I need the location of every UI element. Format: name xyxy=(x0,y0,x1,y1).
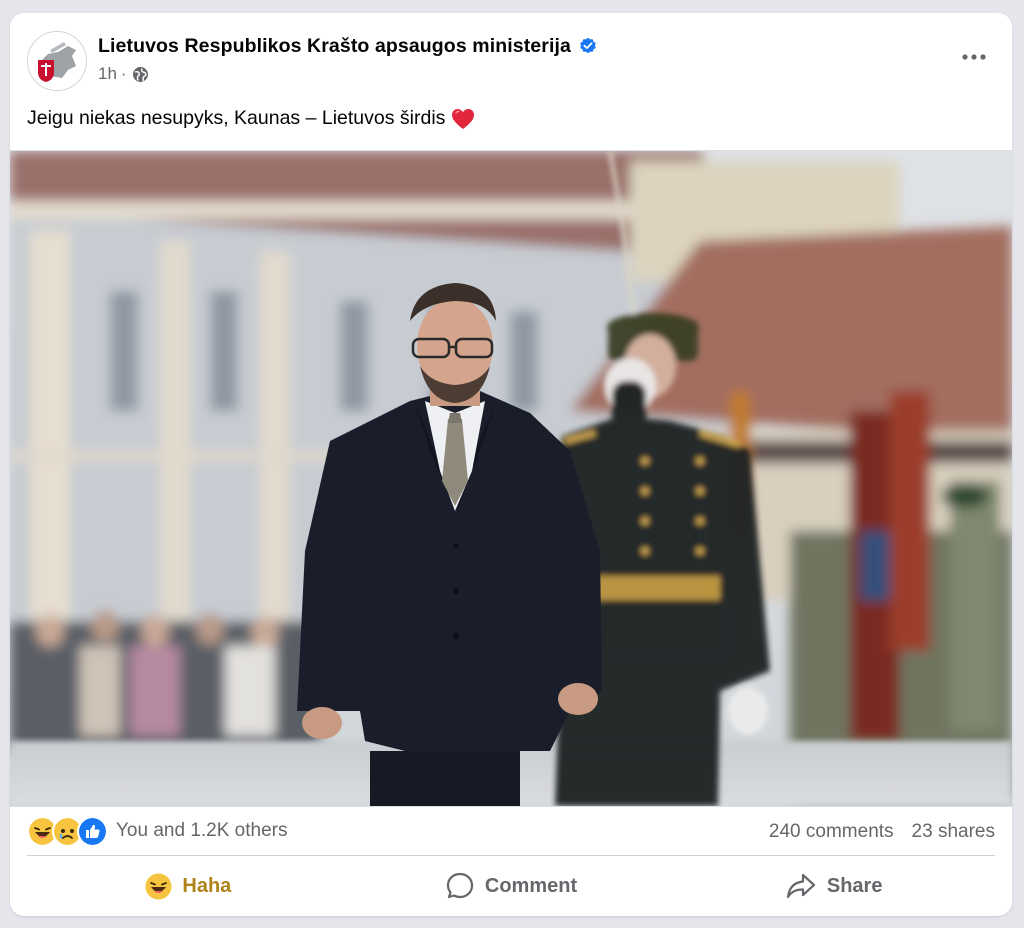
reaction-summary-text[interactable]: You and 1.2K others xyxy=(116,820,288,842)
caption-text: Jeigu niekas nesupyks, Kaunas – Lietuvos… xyxy=(27,107,446,129)
coat-of-arms-logo xyxy=(28,32,86,90)
share-icon xyxy=(786,873,815,899)
meta-separator: · xyxy=(120,64,127,83)
post-actions: Haha Comment Share xyxy=(27,861,995,911)
haha-button-label: Haha xyxy=(182,874,232,897)
haha-icon xyxy=(145,873,172,899)
more-horizontal-icon xyxy=(962,54,986,60)
more-options-button[interactable] xyxy=(956,43,992,71)
page-name-row: Lietuvos Respublikos Krašto apsaugos min… xyxy=(98,33,597,59)
post-photo[interactable] xyxy=(10,150,1012,807)
comments-count[interactable]: 240 comments xyxy=(769,821,894,843)
shares-count[interactable]: 23 shares xyxy=(912,821,995,843)
share-button[interactable]: Share xyxy=(672,861,995,911)
actions-divider xyxy=(27,855,995,856)
page-avatar[interactable] xyxy=(27,31,87,91)
comment-button[interactable]: Comment xyxy=(350,861,673,911)
post-card: Lietuvos Respublikos Krašto apsaugos min… xyxy=(10,13,1012,916)
engagement-counts: 240 comments 23 shares xyxy=(769,821,995,843)
post-meta: 1h · xyxy=(98,64,149,84)
comment-icon xyxy=(446,872,473,899)
post-caption: Jeigu niekas nesupyks, Kaunas – Lietuvos… xyxy=(27,107,475,130)
comment-button-label: Comment xyxy=(484,874,578,897)
share-button-label: Share xyxy=(826,874,883,897)
page-name[interactable]: Lietuvos Respublikos Krašto apsaugos min… xyxy=(98,35,571,58)
verified-badge-icon xyxy=(580,37,596,54)
post-time[interactable]: 1h xyxy=(98,64,117,84)
haha-button[interactable]: Haha xyxy=(27,861,350,911)
red-heart-emoji xyxy=(452,108,475,129)
ceremony-photo xyxy=(10,151,1012,806)
like-reaction-icon xyxy=(77,815,108,847)
reactions-summary[interactable]: You and 1.2K others xyxy=(27,815,288,847)
globe-icon[interactable] xyxy=(132,66,149,83)
